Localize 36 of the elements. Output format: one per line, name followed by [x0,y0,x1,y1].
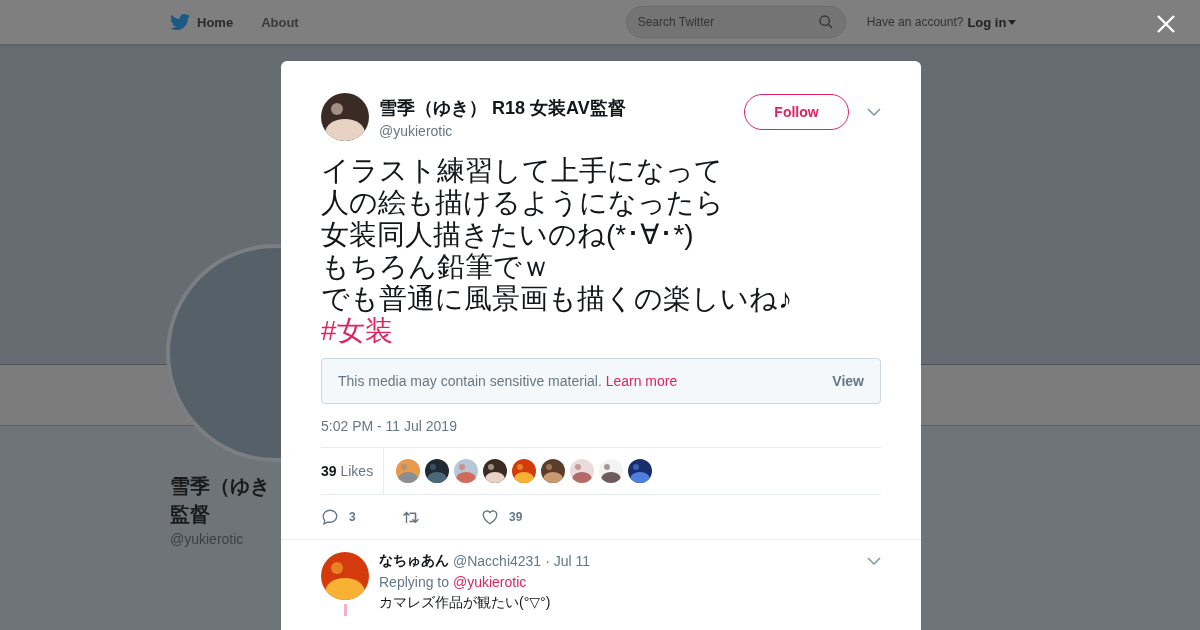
reply-date[interactable]: · Jul 11 [545,553,591,569]
replying-to: Replying to @yukierotic [379,574,528,590]
nav-link[interactable]: Home [197,14,234,30]
search-field[interactable]: Search Twitter [625,6,846,38]
close-icon[interactable] [1157,15,1175,33]
author-name[interactable]: 雪季（ゆき） R18 女装AV監督 [379,95,744,120]
tweet-timestamp[interactable]: 5:02 PM - 11 Jul 2019 [321,418,881,434]
tweet-text-line: もちろん鉛筆でｗ [321,251,551,283]
learn-more-link[interactable]: Learn more [605,373,678,389]
caret-icon[interactable] [1008,19,1017,25]
chevron-icon[interactable] [867,557,881,565]
account-prompt: Have an account? [866,15,964,29]
profile-name: 監督 [170,502,211,527]
follow-button[interactable]: Follow [744,94,849,130]
tweet-text-line: 女装同人描きたいのね(*･∀･*) [321,219,695,251]
action-count: 39 [509,510,523,524]
sensitive-message: This media may contain sensitive material. Learn more [338,373,678,389]
author-handle[interactable]: @yukierotic [379,122,744,139]
mention-link[interactable]: @yukierotic [452,574,527,590]
nav-link[interactable]: About [261,14,299,30]
tweet-text-line: イラスト練習して上手になって [321,155,724,187]
reply-text: カマレズ作品が観たい(°▽°) [379,594,552,612]
action-count: 3 [349,510,356,524]
heart-icon[interactable] [481,508,499,526]
tweet-text-line: でも普通に風景画も描くの楽しいね♪ [321,283,793,315]
search-icon[interactable] [817,14,834,30]
reply-icon[interactable] [321,508,339,526]
tweet-text-line: 人の絵も描けるようになったら [321,187,725,219]
likes-count[interactable]: 39 Likes [321,448,385,494]
chevron-icon[interactable] [867,108,881,116]
reply-author-handle[interactable]: @Nacchi4231 [453,553,542,569]
reply-author-name[interactable]: なちゅあん [379,552,449,570]
view-button[interactable]: View [832,373,864,389]
hashtag-link[interactable]: #女装 [321,315,881,347]
profile-name: 雪季（ゆき [170,474,271,499]
login-link[interactable]: Log in [967,14,1017,30]
